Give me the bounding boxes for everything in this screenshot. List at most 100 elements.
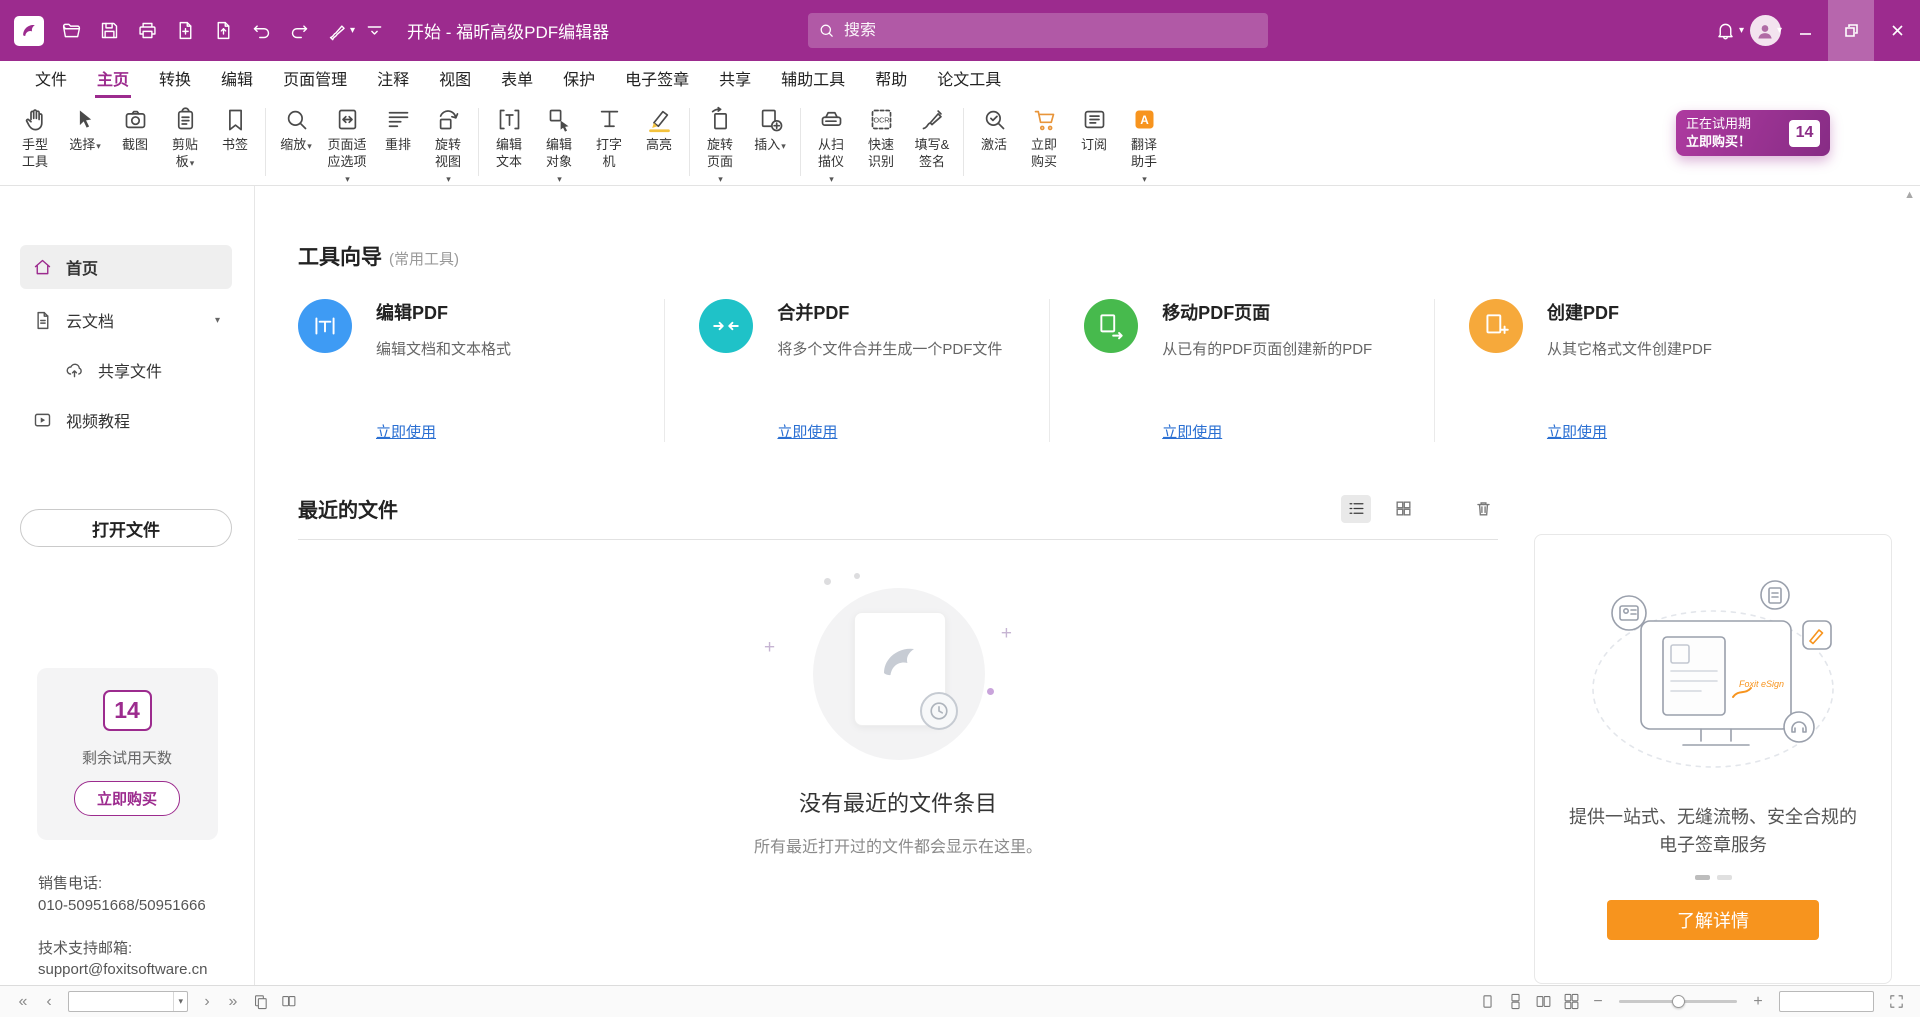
continuous-view-button[interactable]: [1501, 989, 1529, 1015]
support-email-label: 技术支持邮箱:: [38, 938, 254, 960]
dropdown-caret-icon: ▾: [1142, 174, 1147, 184]
fill-sign-button[interactable]: 填写&签名: [906, 105, 958, 171]
first-page-button[interactable]: «: [10, 989, 36, 1015]
menu-edit[interactable]: 编辑: [219, 61, 255, 98]
menu-accessibility[interactable]: 辅助工具: [779, 61, 847, 98]
tool-card-move-pdf-pages: 移动PDF页面从已有的PDF页面创建新的PDF 立即使用: [1049, 299, 1434, 442]
list-view-button[interactable]: [1341, 495, 1371, 523]
bell-dropdown-caret-icon[interactable]: ▾: [1739, 25, 1744, 36]
quick-ocr-button[interactable]: OCR快速识别: [856, 105, 906, 171]
sidebar-item-video-tutorials[interactable]: 视频教程: [20, 398, 232, 442]
clear-recent-button[interactable]: [1468, 495, 1498, 523]
search-input[interactable]: [844, 22, 1258, 40]
clipboard-button[interactable]: 剪贴板▾: [160, 105, 210, 171]
restore-button[interactable]: [1828, 0, 1874, 61]
fullscreen-button[interactable]: [1882, 989, 1910, 1015]
menu-file[interactable]: 文件: [33, 61, 69, 98]
use-now-link[interactable]: 立即使用: [777, 421, 837, 442]
sidebar-item-shared-files[interactable]: 共享文件: [52, 351, 232, 389]
menu-share[interactable]: 共享: [717, 61, 753, 98]
facing-page-layout-button[interactable]: [274, 989, 302, 1015]
activate-button[interactable]: 激活: [969, 105, 1019, 155]
reflow-icon: [385, 106, 412, 133]
bookmark-button[interactable]: 书签: [210, 105, 260, 155]
save-icon[interactable]: [90, 0, 128, 61]
edit-text-button[interactable]: 编辑文本: [484, 105, 534, 171]
zoom-button[interactable]: 缩放▾: [271, 105, 321, 155]
last-page-button[interactable]: »: [220, 989, 246, 1015]
sidebar-item-cloud-docs[interactable]: 云文档 ▾: [20, 298, 232, 342]
menu-view[interactable]: 视图: [437, 61, 473, 98]
menu-paper-tools[interactable]: 论文工具: [935, 61, 1003, 98]
rotate-pages-button[interactable]: 旋转页面▾: [695, 105, 745, 188]
buy-now-sidebar-button[interactable]: 立即购买: [74, 781, 180, 816]
undo-icon[interactable]: [242, 0, 280, 61]
next-page-button[interactable]: ›: [194, 989, 220, 1015]
page-number-input[interactable]: [69, 992, 173, 1011]
grid-view-button[interactable]: [1388, 495, 1418, 523]
menu-help[interactable]: 帮助: [873, 61, 909, 98]
trial-period-badge[interactable]: 正在试用期 立即购买！ 14: [1676, 110, 1830, 156]
typewriter-icon: [596, 106, 623, 133]
sidebar-item-home[interactable]: 首页: [20, 245, 232, 289]
redo-icon[interactable]: [280, 0, 318, 61]
zoom-slider-thumb[interactable]: [1672, 995, 1685, 1008]
print-icon[interactable]: [128, 0, 166, 61]
rotate-view-button[interactable]: 旋转视图▾: [423, 105, 473, 188]
zoom-icon: [283, 106, 310, 133]
use-now-link[interactable]: 立即使用: [1547, 421, 1607, 442]
menu-home[interactable]: 主页: [95, 61, 131, 98]
zoom-level-input[interactable]: [1780, 992, 1873, 1011]
buy-now-button[interactable]: 立即购买: [1019, 105, 1069, 171]
edit-object-button[interactable]: 编辑对象▾: [534, 105, 584, 188]
promo-dot[interactable]: [1717, 875, 1732, 880]
continuous-facing-view-button[interactable]: [1557, 989, 1585, 1015]
menu-form[interactable]: 表单: [499, 61, 535, 98]
menu-organize[interactable]: 页面管理: [281, 61, 349, 98]
collapse-toolbar-icon[interactable]: [355, 0, 393, 61]
snapshot-button[interactable]: 截图: [110, 105, 160, 155]
reflow-button[interactable]: 重排: [373, 105, 423, 155]
zoom-slider[interactable]: [1619, 1000, 1737, 1003]
rotate-pages-icon: [707, 106, 734, 133]
scrollbar-up-icon[interactable]: ▲: [1904, 189, 1915, 201]
use-now-link[interactable]: 立即使用: [376, 421, 436, 442]
export-pdf-icon[interactable]: [166, 0, 204, 61]
learn-more-button[interactable]: 了解详情: [1607, 900, 1819, 940]
menu-comment[interactable]: 注释: [375, 61, 411, 98]
minimize-button[interactable]: [1782, 0, 1828, 61]
single-page-layout-button[interactable]: [246, 989, 274, 1015]
open-file-button[interactable]: 打开文件: [20, 509, 232, 547]
use-now-link[interactable]: 立即使用: [1162, 421, 1222, 442]
recent-files-title: 最近的文件: [298, 494, 398, 523]
page-dropdown-caret-icon[interactable]: ▾: [173, 992, 187, 1011]
grid-view-icon: [1394, 499, 1413, 518]
facing-view-button[interactable]: [1529, 989, 1557, 1015]
hand-tool-button[interactable]: 手型工具: [10, 105, 60, 171]
from-scanner-button[interactable]: 从扫描仪▾: [806, 105, 856, 188]
close-button[interactable]: [1874, 0, 1920, 61]
single-page-view-button[interactable]: [1473, 989, 1501, 1015]
zoom-out-button[interactable]: −: [1585, 989, 1611, 1015]
list-view-icon: [1347, 499, 1366, 518]
select-tool-button[interactable]: 选择▾: [60, 105, 110, 155]
zoom-in-button[interactable]: +: [1745, 989, 1771, 1015]
menu-protect[interactable]: 保护: [561, 61, 597, 98]
search-box[interactable]: [808, 13, 1268, 48]
dropdown-caret-icon: ▾: [190, 158, 195, 168]
translate-assistant-button[interactable]: A翻译助手▾: [1119, 105, 1169, 188]
menu-convert[interactable]: 转换: [157, 61, 193, 98]
menu-esign[interactable]: 电子签章: [623, 61, 691, 98]
support-email-address[interactable]: support@foxitsoftware.cn: [38, 959, 254, 981]
previous-page-button[interactable]: ‹: [36, 989, 62, 1015]
subscribe-button[interactable]: 订阅: [1069, 105, 1119, 155]
open-file-icon[interactable]: [52, 0, 90, 61]
tool-card-title: 编辑PDF: [376, 303, 448, 323]
share-document-icon[interactable]: [204, 0, 242, 61]
typewriter-button[interactable]: 打字机: [584, 105, 634, 171]
insert-pages-button[interactable]: 插入▾: [745, 105, 795, 155]
fit-page-button[interactable]: 页面适应选项▾: [321, 105, 373, 188]
highlight-button[interactable]: 高亮: [634, 105, 684, 155]
expand-caret-icon[interactable]: ▾: [215, 315, 220, 326]
promo-dot-active[interactable]: [1695, 875, 1710, 880]
